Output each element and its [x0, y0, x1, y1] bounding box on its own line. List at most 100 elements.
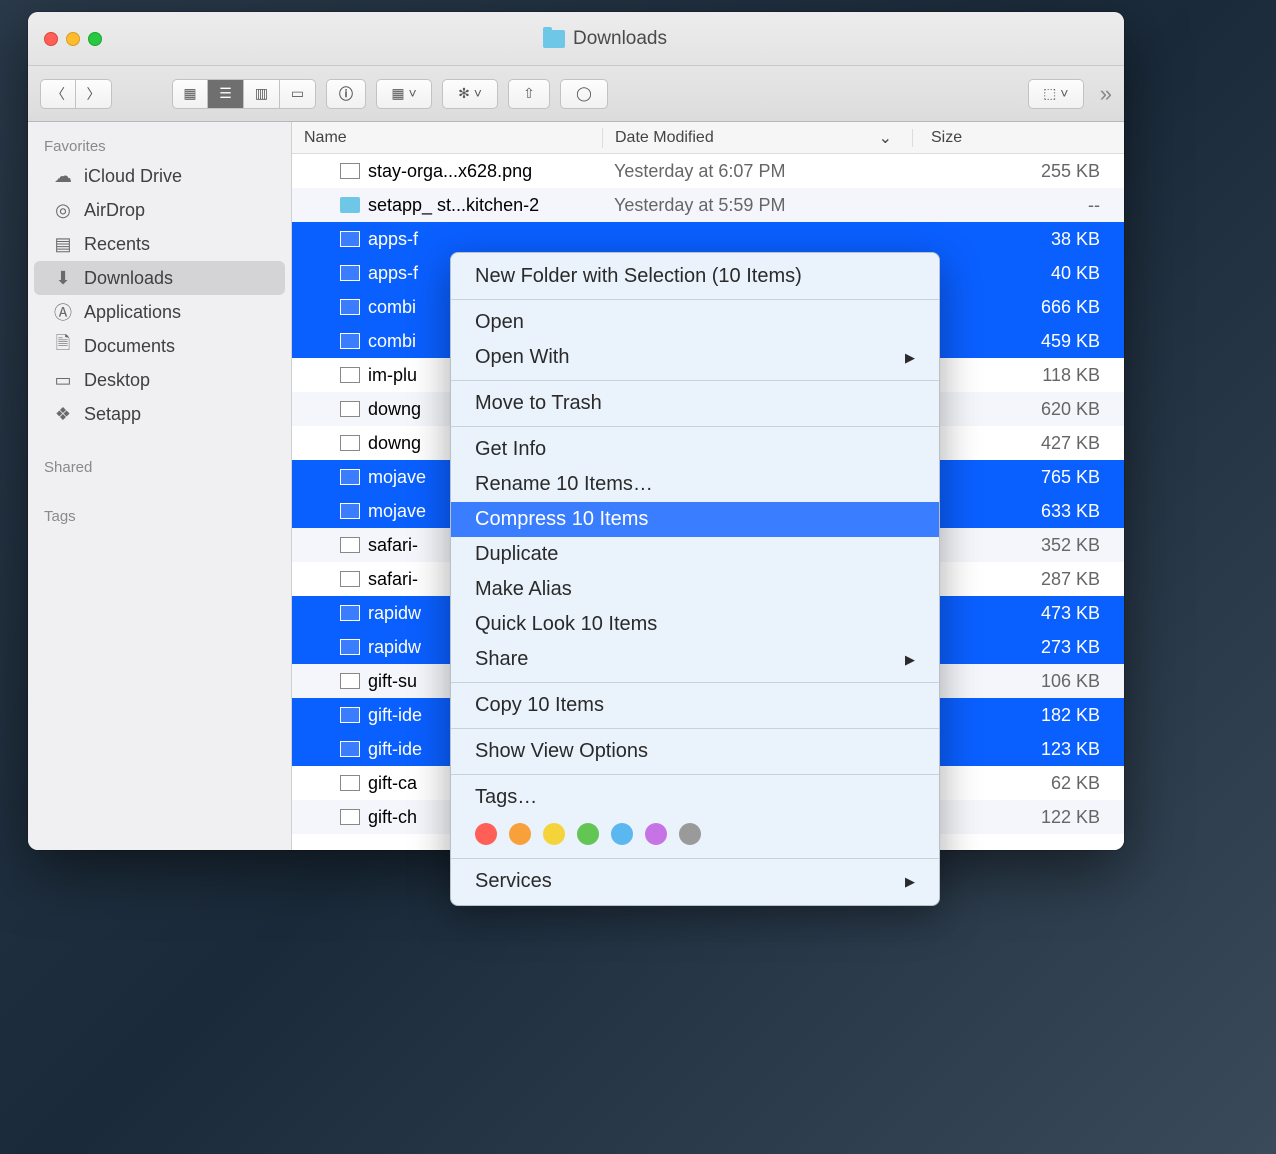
context-menu: New Folder with Selection (10 Items) Open…: [450, 252, 940, 906]
forward-button[interactable]: 〉: [76, 79, 112, 109]
back-button[interactable]: 〈: [40, 79, 76, 109]
file-name: gift-ide: [368, 705, 422, 726]
sidebar-item-applications[interactable]: ⒶApplications: [28, 295, 291, 329]
file-size: 287 KB: [912, 569, 1124, 590]
sidebar-item-desktop[interactable]: ▭Desktop: [28, 363, 291, 397]
tag-color-dot[interactable]: [679, 823, 701, 845]
tag-color-dot[interactable]: [645, 823, 667, 845]
file-size: 633 KB: [912, 501, 1124, 522]
context-menu-services[interactable]: Services: [451, 864, 939, 899]
file-name: setapp_ st...kitchen-2: [368, 195, 539, 216]
file-name: rapidw: [368, 603, 421, 624]
context-menu-item[interactable]: Duplicate: [451, 537, 939, 572]
sidebar-item-setapp[interactable]: ❖Setapp: [28, 397, 291, 431]
file-size: 255 KB: [912, 161, 1124, 182]
context-menu-item[interactable]: Quick Look 10 Items: [451, 607, 939, 642]
share-button[interactable]: ⇧: [508, 79, 550, 109]
context-menu-item[interactable]: Share: [451, 642, 939, 677]
file-icon: [340, 809, 360, 825]
view-mode-group: ▦ ☰ ▥ ▭: [172, 79, 316, 109]
tag-color-dot[interactable]: [509, 823, 531, 845]
file-name: downg: [368, 433, 421, 454]
sidebar-item-icloud[interactable]: ☁iCloud Drive: [28, 159, 291, 193]
context-menu-item[interactable]: Move to Trash: [451, 386, 939, 421]
context-menu-label: Show View Options: [475, 740, 648, 763]
sidebar-item-recents[interactable]: ▤Recents: [28, 227, 291, 261]
file-size: 765 KB: [912, 467, 1124, 488]
file-name: mojave: [368, 467, 426, 488]
overflow-icon[interactable]: »: [1100, 81, 1112, 107]
file-name: combi: [368, 297, 416, 318]
desktop-icon: ▭: [52, 369, 74, 391]
context-menu-item[interactable]: Rename 10 Items…: [451, 467, 939, 502]
context-menu-label: Compress 10 Items: [475, 508, 648, 531]
file-size: 62 KB: [912, 773, 1124, 794]
file-icon: [340, 367, 360, 383]
context-menu-label: Duplicate: [475, 543, 558, 566]
context-menu-label: Open: [475, 311, 524, 334]
file-row[interactable]: apps-f38 KB: [292, 222, 1124, 256]
file-name: gift-su: [368, 671, 417, 692]
file-icon: [340, 163, 360, 179]
setapp-icon: ❖: [52, 403, 74, 425]
file-icon: [340, 775, 360, 791]
favorites-header: Favorites: [28, 130, 291, 159]
file-row[interactable]: setapp_ st...kitchen-2Yesterday at 5:59 …: [292, 188, 1124, 222]
file-date: Yesterday at 6:07 PM: [602, 161, 912, 182]
tag-color-dot[interactable]: [475, 823, 497, 845]
icon-view-button[interactable]: ▦: [172, 79, 208, 109]
file-icon: [340, 503, 360, 519]
downloads-icon: ⬇: [52, 267, 74, 289]
maximize-window-button[interactable]: [88, 32, 102, 46]
dropbox-button[interactable]: ⬚ ˅: [1028, 79, 1084, 109]
context-menu-label: Copy 10 Items: [475, 694, 604, 717]
file-size: 459 KB: [912, 331, 1124, 352]
tag-color-dot[interactable]: [611, 823, 633, 845]
column-view-button[interactable]: ▥: [244, 79, 280, 109]
shared-header: Shared: [28, 451, 291, 480]
context-menu-label: Share: [475, 648, 528, 671]
file-size: 666 KB: [912, 297, 1124, 318]
file-size: 352 KB: [912, 535, 1124, 556]
file-name: rapidw: [368, 637, 421, 658]
file-name: safari-: [368, 569, 418, 590]
sidebar-item-airdrop[interactable]: ◎AirDrop: [28, 193, 291, 227]
tag-color-dot[interactable]: [577, 823, 599, 845]
tags-button[interactable]: ◯: [560, 79, 608, 109]
context-menu-item[interactable]: Make Alias: [451, 572, 939, 607]
context-menu-item[interactable]: Get Info: [451, 432, 939, 467]
minimize-window-button[interactable]: [66, 32, 80, 46]
list-view-button[interactable]: ☰: [208, 79, 244, 109]
file-name: apps-f: [368, 263, 418, 284]
nav-buttons: 〈 〉: [40, 79, 112, 109]
context-menu-item[interactable]: Copy 10 Items: [451, 688, 939, 723]
context-menu-label: Make Alias: [475, 578, 572, 601]
sidebar-item-downloads[interactable]: ⬇Downloads: [34, 261, 285, 295]
context-menu-item[interactable]: New Folder with Selection (10 Items): [451, 259, 939, 294]
sidebar: Favorites ☁iCloud Drive ◎AirDrop ▤Recent…: [28, 122, 292, 850]
column-size[interactable]: Size: [912, 129, 1124, 147]
file-size: 273 KB: [912, 637, 1124, 658]
context-menu-label: New Folder with Selection (10 Items): [475, 265, 802, 288]
file-name: apps-f: [368, 229, 418, 250]
column-date[interactable]: Date Modified⌄: [602, 128, 912, 148]
sidebar-item-documents[interactable]: 🗎Documents: [28, 329, 291, 363]
cloud-icon: ☁: [52, 165, 74, 187]
file-size: 427 KB: [912, 433, 1124, 454]
column-name[interactable]: Name: [292, 129, 602, 147]
context-menu-label: Rename 10 Items…: [475, 473, 653, 496]
context-menu-item[interactable]: Open With: [451, 340, 939, 375]
group-button[interactable]: ▦ ˅: [376, 79, 432, 109]
info-button[interactable]: ⓘ: [326, 79, 366, 109]
gallery-view-button[interactable]: ▭: [280, 79, 316, 109]
file-icon: [340, 469, 360, 485]
file-row[interactable]: stay-orga...x628.pngYesterday at 6:07 PM…: [292, 154, 1124, 188]
tag-color-dot[interactable]: [543, 823, 565, 845]
context-menu-item[interactable]: Compress 10 Items: [451, 502, 939, 537]
context-menu-item[interactable]: Show View Options: [451, 734, 939, 769]
context-menu-item[interactable]: Open: [451, 305, 939, 340]
context-menu-item[interactable]: Tags…: [451, 780, 939, 815]
action-button[interactable]: ✻ ˅: [442, 79, 498, 109]
file-icon: [340, 605, 360, 621]
close-window-button[interactable]: [44, 32, 58, 46]
